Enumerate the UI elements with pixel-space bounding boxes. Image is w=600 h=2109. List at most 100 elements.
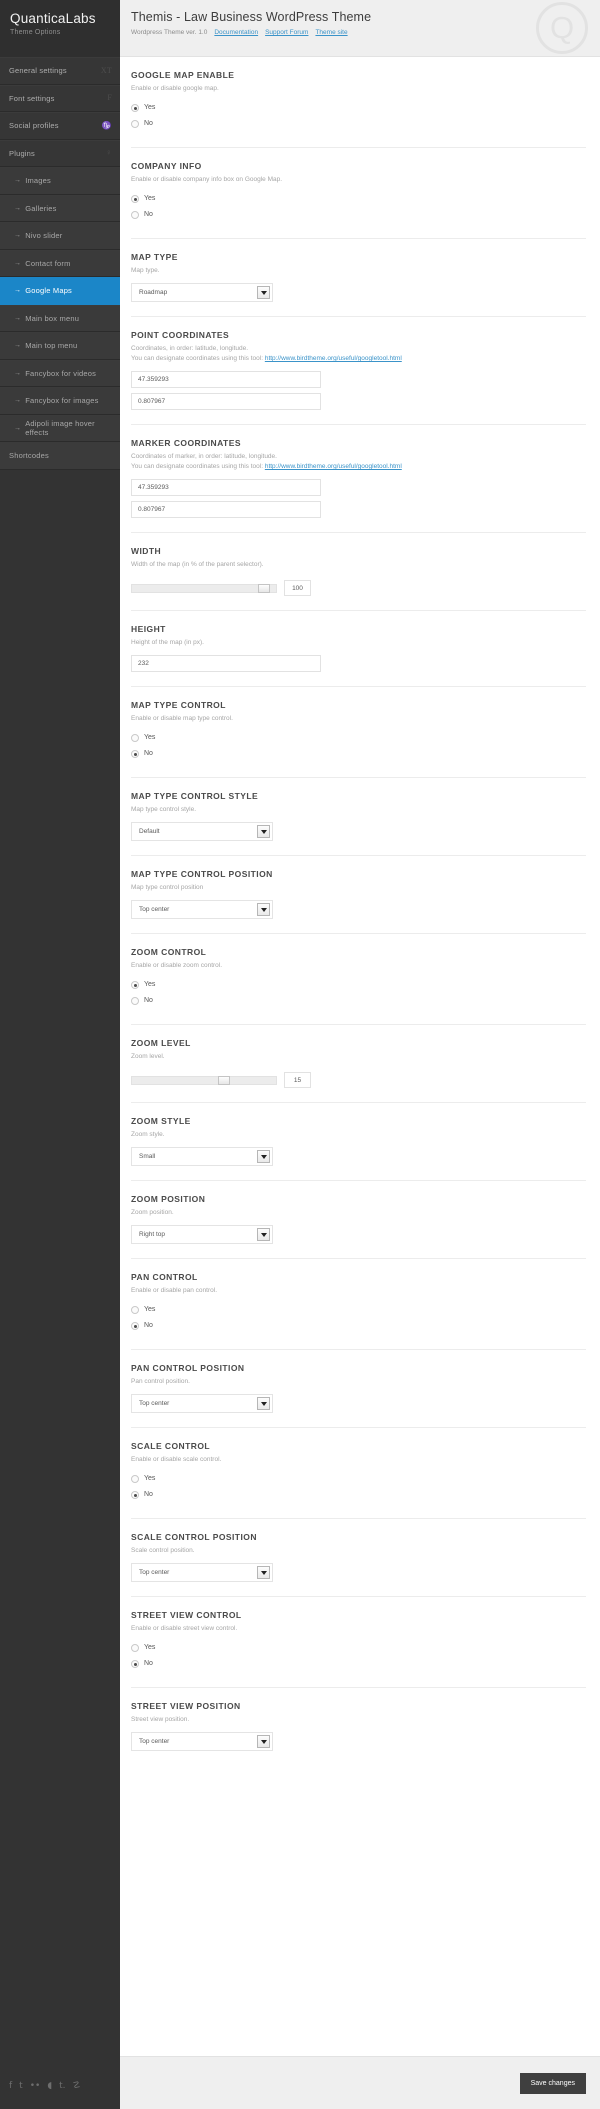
sidebar-item-fancybox-for-videos[interactable]: → Fancybox for videos xyxy=(0,359,120,387)
coordinates-tool-link[interactable]: http://www.birdtheme.org/useful/googleto… xyxy=(265,355,402,362)
dribbble-icon[interactable]: ◖ xyxy=(47,2081,52,2091)
radio-button-icon[interactable] xyxy=(131,1490,139,1499)
sidebar-item-shortcodes[interactable]: Shortcodes xyxy=(0,442,120,470)
slider-value-width[interactable]: 100 xyxy=(284,580,311,596)
radio-option[interactable]: Yes xyxy=(131,731,586,744)
chevron-down-icon[interactable] xyxy=(257,286,270,299)
radio-button-icon[interactable] xyxy=(131,210,139,219)
sidebar-item-main-top-menu[interactable]: → Main top menu xyxy=(0,332,120,360)
radio-option[interactable]: No xyxy=(131,208,586,221)
save-changes-button[interactable]: Save changes xyxy=(519,2072,586,2094)
chevron-down-icon[interactable] xyxy=(257,825,270,838)
theme-site-link[interactable]: Theme site xyxy=(315,29,347,36)
radio-button-icon[interactable] xyxy=(131,1321,139,1330)
select-map-type-control-style[interactable]: Default xyxy=(131,822,273,841)
select-value: Small xyxy=(139,1153,156,1160)
field-description: Height of the map (in px). xyxy=(131,638,586,648)
documentation-link[interactable]: Documentation xyxy=(214,29,258,36)
sidebar-item-main-box-menu[interactable]: → Main box menu xyxy=(0,304,120,332)
radio-option[interactable]: Yes xyxy=(131,978,586,991)
flickr-icon[interactable]: •• xyxy=(30,2081,41,2091)
arrow-right-icon: → xyxy=(14,342,22,350)
sidebar-item-label: Social profiles xyxy=(9,121,59,131)
sidebar-item-contact-form[interactable]: → Contact form xyxy=(0,249,120,277)
radio-option[interactable]: No xyxy=(131,1319,586,1332)
brand-title: QuanticaLabs xyxy=(10,11,96,26)
select-scale-control-position[interactable]: Top center xyxy=(131,1563,273,1582)
radio-option[interactable]: No xyxy=(131,994,586,1007)
field-title: MAP TYPE CONTROL POSITION xyxy=(131,869,273,879)
radio-button-icon[interactable] xyxy=(131,103,139,112)
radio-option[interactable]: Yes xyxy=(131,1472,586,1485)
select-map-type-control-position[interactable]: Top center xyxy=(131,900,273,919)
radio-option[interactable]: No xyxy=(131,747,586,760)
slider-handle[interactable] xyxy=(258,583,271,593)
input-point-coordinates-longitude[interactable]: 0.807967 xyxy=(131,393,321,410)
chevron-down-icon[interactable] xyxy=(257,903,270,916)
twitter-icon[interactable]: t xyxy=(19,2081,23,2091)
slider-width[interactable] xyxy=(131,583,277,593)
sidebar-item-google-maps[interactable]: → Google Maps xyxy=(0,277,120,305)
radio-option[interactable]: Yes xyxy=(131,1641,586,1654)
field-company-info: COMPANY INFO Enable or disable company in… xyxy=(131,148,586,239)
input-marker-coordinates-latitude[interactable]: 47.359293 xyxy=(131,479,321,496)
radio-button-icon[interactable] xyxy=(131,996,139,1005)
radio-option[interactable]: No xyxy=(131,1488,586,1501)
sidebar-item-label: General settings xyxy=(9,66,67,76)
radio-button-icon[interactable] xyxy=(131,1643,139,1652)
slider-handle[interactable] xyxy=(218,1075,231,1085)
radio-button-icon[interactable] xyxy=(131,749,139,758)
select-zoom-position[interactable]: Right top xyxy=(131,1225,273,1244)
radio-button-icon[interactable] xyxy=(131,1659,139,1668)
radio-option[interactable]: No xyxy=(131,117,586,130)
radio-option[interactable]: No xyxy=(131,1657,586,1670)
select-pan-control-position[interactable]: Top center xyxy=(131,1394,273,1413)
chevron-down-icon[interactable] xyxy=(257,1397,270,1410)
slider-value-zoom-level[interactable]: 15 xyxy=(284,1072,311,1088)
input-point-coordinates-latitude[interactable]: 47.359293 xyxy=(131,371,321,388)
facebook-icon[interactable]: f xyxy=(9,2081,12,2091)
radio-button-icon[interactable] xyxy=(131,1305,139,1314)
chevron-down-icon[interactable] xyxy=(257,1150,270,1163)
chevron-down-icon[interactable] xyxy=(257,1566,270,1579)
sidebar-item-adipoli-image-hover-effects[interactable]: → Adipoli image hover effects xyxy=(0,414,120,442)
sidebar-item-plugins[interactable]: Plugins ♀ xyxy=(0,139,120,167)
sidebar-item-social-profiles[interactable]: Social profiles ♑ xyxy=(0,112,120,140)
radio-option[interactable]: Yes xyxy=(131,101,586,114)
tumblr-icon[interactable]: t. xyxy=(59,2081,65,2091)
form-footer: Save changes xyxy=(120,2056,600,2109)
select-value: Right top xyxy=(139,1231,166,1238)
select-zoom-style[interactable]: Small xyxy=(131,1147,273,1166)
radio-label: No xyxy=(144,120,153,127)
sidebar-item-galleries[interactable]: → Galleries xyxy=(0,194,120,222)
rss-icon[interactable]: ☡ xyxy=(72,2081,80,2091)
field-description: Enable or disable scale control. xyxy=(131,1455,586,1465)
slider-row: 100 xyxy=(131,580,586,596)
select-value: Top center xyxy=(139,1738,170,1745)
sidebar-item-general-settings[interactable]: General settings XT xyxy=(0,57,120,85)
chevron-down-icon[interactable] xyxy=(257,1735,270,1748)
field-description: Map type. xyxy=(131,266,586,276)
sidebar-item-fancybox-for-images[interactable]: → Fancybox for images xyxy=(0,387,120,415)
radio-option[interactable]: Yes xyxy=(131,1303,586,1316)
sidebar-item-glyph-icon: XT xyxy=(100,65,112,75)
chevron-down-icon[interactable] xyxy=(257,1228,270,1241)
radio-button-icon[interactable] xyxy=(131,980,139,989)
slider-zoom-level[interactable] xyxy=(131,1075,277,1085)
radio-button-icon[interactable] xyxy=(131,1474,139,1483)
radio-button-icon[interactable] xyxy=(131,194,139,203)
sidebar-item-font-settings[interactable]: Font settings F xyxy=(0,84,120,112)
input-height[interactable]: 232 xyxy=(131,655,321,672)
arrow-right-icon: → xyxy=(14,287,22,295)
sidebar-item-images[interactable]: → Images xyxy=(0,167,120,195)
support-forum-link[interactable]: Support Forum xyxy=(265,29,308,36)
select-map-type[interactable]: Roadmap xyxy=(131,283,273,302)
radio-option[interactable]: Yes xyxy=(131,192,586,205)
radio-button-icon[interactable] xyxy=(131,119,139,128)
radio-button-icon[interactable] xyxy=(131,733,139,742)
sidebar-item-nivo-slider[interactable]: → Nivo slider xyxy=(0,222,120,250)
coordinates-tool-link[interactable]: http://www.birdtheme.org/useful/googleto… xyxy=(265,463,402,470)
radio-label: Yes xyxy=(144,734,156,741)
select-street-view-position[interactable]: Top center xyxy=(131,1732,273,1751)
input-marker-coordinates-longitude[interactable]: 0.807967 xyxy=(131,501,321,518)
